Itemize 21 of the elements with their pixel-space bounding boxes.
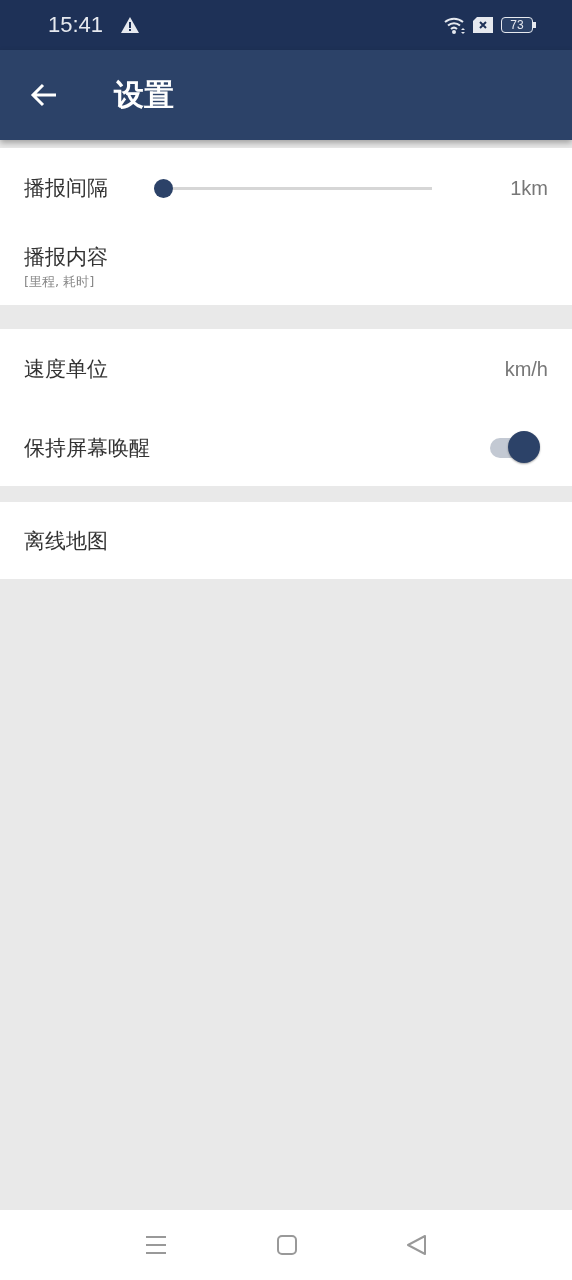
setting-label: 播报内容 [24,243,108,271]
setting-row[interactable]: 播报内容 [里程, 耗时] [0,228,572,305]
slider-thumb[interactable] [154,178,173,198]
back-icon[interactable] [407,1235,427,1255]
warning-icon [121,17,140,33]
wifi-icon [443,15,467,35]
setting-summary: [里程, 耗时] [24,272,96,291]
menu-icon[interactable] [145,1234,167,1256]
battery-level: 73 [501,17,533,33]
sim-icon [473,17,493,33]
setting-label: 速度单位 [24,356,108,383]
home-icon[interactable] [277,1235,297,1255]
setting-row[interactable]: 离线地图 [0,502,572,579]
setting-label: 播报间隔 [24,175,108,202]
setting-label: 保持屏幕唤醒 [24,434,150,462]
setting-label: 离线地图 [24,527,108,555]
screen-title: 设置 [114,75,174,114]
slider-reading: 1km [510,176,548,200]
status-time: 15:41 [48,12,104,38]
setting-value[interactable]: km/h [504,357,548,381]
back-arrow-icon[interactable] [30,83,58,107]
